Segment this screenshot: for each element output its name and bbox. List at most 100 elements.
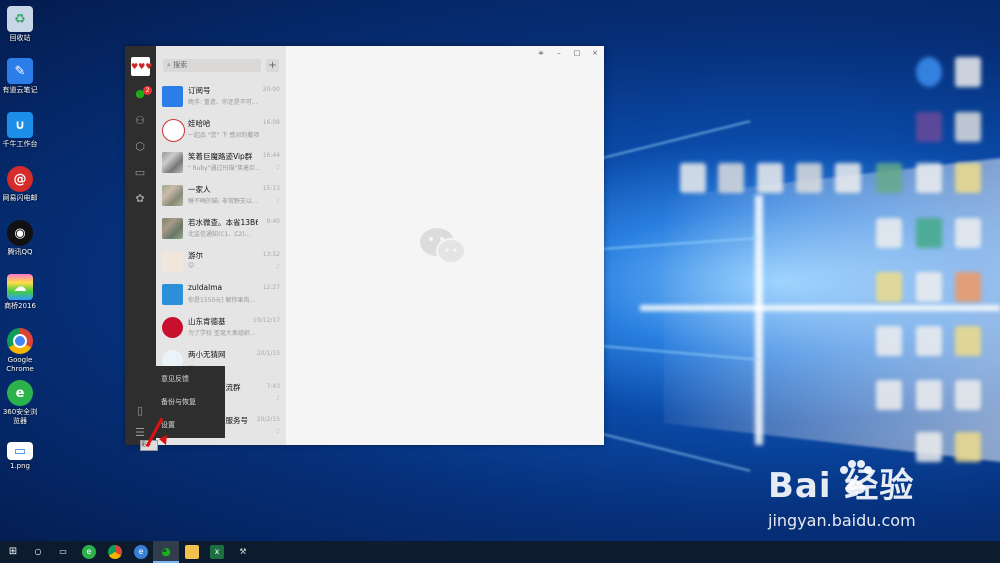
blurred-desktop-icon[interactable] — [955, 218, 981, 248]
maximize-button[interactable]: □ — [572, 49, 582, 57]
blurred-desktop-icon[interactable] — [955, 112, 981, 142]
blurred-desktop-icon[interactable] — [718, 163, 744, 193]
mute-icon: ♪ — [276, 263, 280, 270]
explorer-icon[interactable] — [185, 545, 199, 559]
chat-item[interactable]: 订阅号 晚手: 重造、你还是不可... 20:00 — [156, 80, 286, 113]
chat-item[interactable]: 一家人 睡不晦的猫: 非常野支以... 15:13 ♪ — [156, 179, 286, 212]
blurred-desktop-icon[interactable] — [916, 163, 942, 193]
blurred-desktop-icon[interactable] — [916, 326, 942, 356]
blurred-desktop-icon[interactable] — [876, 272, 902, 302]
taskbar: ⊞ ○ ▭ e e ◕ x ⚒ — [0, 541, 1000, 563]
blurred-desktop-icon[interactable] — [955, 326, 981, 356]
chat-avatar — [162, 317, 183, 338]
qianniu-icon: ∪ — [7, 112, 33, 138]
menu-item-feedback[interactable]: 意见反馈 — [155, 368, 225, 390]
chat-avatar — [162, 152, 183, 173]
blurred-desktop-icon[interactable] — [680, 163, 706, 193]
desktop-icon-chrome[interactable]: Google Chrome — [0, 328, 40, 374]
blurred-desktop-icon[interactable] — [916, 432, 942, 462]
chat-item[interactable]: 笑着巨魔路迹Vip群 " Ruby"通过扫描"笑着巨... 16:44 ♪ — [156, 146, 286, 179]
chat-item[interactable]: 山东肯德基 为了学校 圣诞大奥组织... 19/12/17 — [156, 311, 286, 344]
desktop-icon-360-browser[interactable]: e 360安全浏览器 — [0, 380, 40, 426]
folder-icon[interactable]: ▭ — [133, 166, 147, 180]
chat-avatar — [162, 251, 183, 272]
chrome-icon[interactable] — [108, 545, 122, 559]
search-input[interactable]: ⌕ 搜索 — [163, 59, 261, 72]
chat-avatar — [162, 119, 185, 142]
chat-main-panel: ≑ – □ × — [286, 46, 604, 445]
favorites-icon[interactable]: ⬡ — [133, 140, 147, 154]
edge-icon[interactable]: e — [134, 545, 148, 559]
annotation-arrow-head — [159, 435, 167, 445]
blurred-desktop-icon[interactable] — [876, 326, 902, 356]
blurred-desktop-icon[interactable] — [955, 163, 981, 193]
blurred-desktop-icon[interactable] — [955, 57, 981, 87]
blurred-desktop-icon[interactable] — [955, 380, 981, 410]
more-menu: 意见反馈 备份与恢复 设置 — [155, 366, 225, 438]
360-browser-icon: e — [7, 380, 33, 406]
desktop-icon-shangqiao[interactable]: ☁ 商桥2016 — [0, 274, 40, 311]
chat-item[interactable]: 若水微查。本省13B69... 北监信通知(C1、C2)... 9:40 — [156, 212, 286, 245]
tools-icon[interactable]: ⚒ — [236, 545, 250, 559]
chat-avatar — [162, 86, 183, 107]
blurred-desktop-icon[interactable] — [876, 163, 902, 193]
blurred-desktop-icon[interactable] — [916, 112, 942, 142]
baidu-watermark: Bai 经验 jingyan.baidu.com — [768, 466, 916, 530]
blurred-desktop-icon[interactable] — [796, 163, 822, 193]
chat-item[interactable]: 游尔 😊 13:52 ♪ — [156, 245, 286, 278]
close-button[interactable]: × — [590, 49, 600, 57]
blurred-desktop-icon[interactable] — [916, 57, 942, 87]
user-avatar[interactable]: ♥♥♥ — [131, 57, 153, 76]
blurred-desktop-icon[interactable] — [757, 163, 783, 193]
desktop-icon-recycle-bin[interactable]: ♻ 回收站 — [0, 6, 40, 43]
chat-item[interactable]: 娃哈哈 一起品 "您" 下 感对的撒项 16:09 — [156, 113, 286, 146]
desktop-icon-image-file[interactable]: ▭ 1.png — [0, 442, 40, 471]
excel-icon[interactable]: x — [210, 545, 224, 559]
blurred-desktop-icon[interactable] — [916, 272, 942, 302]
blurred-desktop-icon[interactable] — [916, 218, 942, 248]
wechat-sidebar: ♥♥♥ ● 2 ⚇ ⬡ ▭ ✿ ▯ ☰ — [125, 46, 156, 445]
mute-icon: ♪ — [276, 197, 280, 204]
task-view-icon[interactable]: ▭ — [56, 545, 70, 559]
chat-avatar — [162, 185, 183, 206]
wechat-logo-icon — [420, 228, 466, 264]
search-icon[interactable]: ○ — [31, 545, 45, 559]
360-icon[interactable]: e — [82, 545, 96, 559]
add-chat-button[interactable]: + — [266, 59, 279, 72]
wallpaper-light-bar — [755, 195, 763, 445]
recycle-bin-icon: ♻ — [7, 6, 33, 32]
mute-icon: ♪ — [276, 164, 280, 171]
chat-item[interactable]: zuldalma 你是1550元] 解你果肉... 12:27 — [156, 278, 286, 311]
desktop-icon-netease-mail[interactable]: @ 网易闪电邮 — [0, 166, 40, 203]
chat-avatar — [162, 218, 183, 239]
moments-icon[interactable]: ✿ — [133, 192, 147, 206]
blurred-desktop-icon[interactable] — [876, 218, 902, 248]
menu-item-backup[interactable]: 备份与恢复 — [155, 391, 225, 413]
phone-icon[interactable]: ▯ — [133, 404, 147, 418]
youdao-note-icon: ✎ — [7, 58, 33, 84]
netease-mail-icon: @ — [7, 166, 33, 192]
mute-icon: ♪ — [276, 395, 280, 402]
chat-avatar — [162, 284, 183, 305]
menu-icon[interactable]: ☰ — [133, 426, 147, 440]
shangqiao-icon: ☁ — [7, 274, 33, 300]
mute-icon: ♪ — [276, 428, 280, 435]
qq-icon: ◉ — [7, 220, 33, 246]
wechat-icon[interactable]: ◕ — [159, 545, 173, 559]
chrome-icon — [7, 328, 33, 354]
desktop-icon-qianniu[interactable]: ∪ 千牛工作台 — [0, 112, 40, 149]
wallpaper-light-bar — [640, 305, 1000, 311]
pin-button[interactable]: ≑ — [536, 49, 546, 57]
contacts-icon[interactable]: ⚇ — [133, 114, 147, 128]
image-file-icon: ▭ — [7, 442, 33, 460]
start-icon[interactable]: ⊞ — [6, 545, 20, 559]
minimize-button[interactable]: – — [554, 49, 564, 57]
blurred-desktop-icon[interactable] — [955, 272, 981, 302]
desktop-icon-qq[interactable]: ◉ 腾讯QQ — [0, 220, 40, 257]
blurred-desktop-icon[interactable] — [835, 163, 861, 193]
blurred-desktop-icon[interactable] — [916, 380, 942, 410]
blurred-desktop-icon[interactable] — [955, 432, 981, 462]
desktop-icon-youdao-note[interactable]: ✎ 有道云笔记 — [0, 58, 40, 95]
blurred-desktop-icon[interactable] — [876, 380, 902, 410]
unread-badge: 2 — [143, 86, 152, 95]
